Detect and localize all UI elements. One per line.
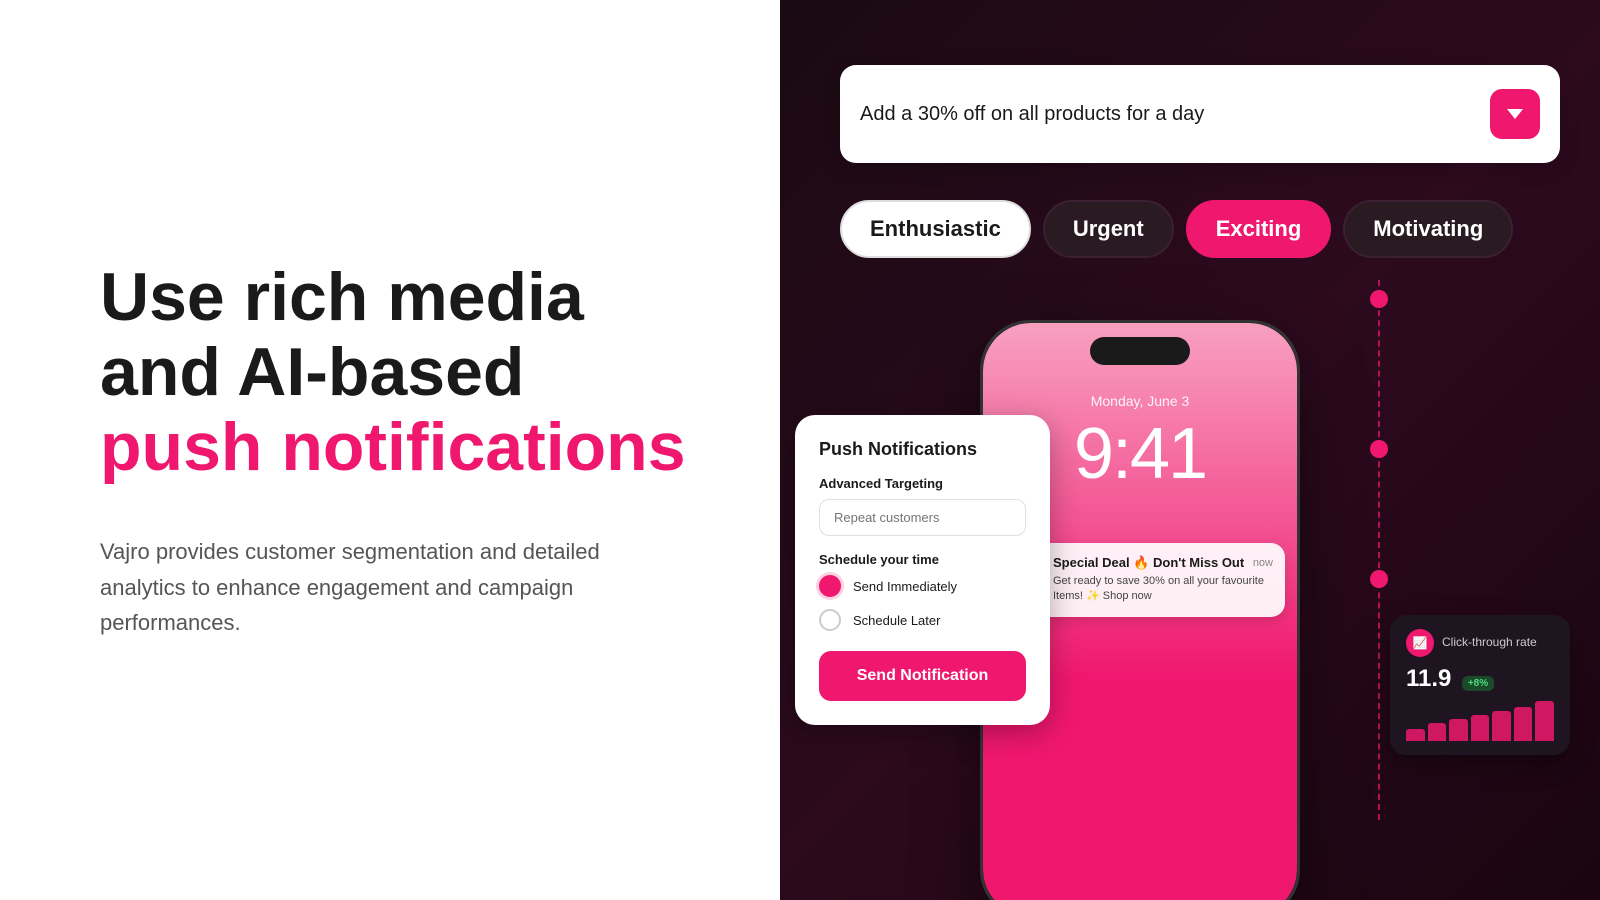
ctr-card: 📈 Click-through rate 11.9 +8% [1390, 615, 1570, 755]
bar-7 [1535, 701, 1554, 741]
chip-exciting[interactable]: Exciting [1186, 200, 1332, 258]
left-panel: Use rich media and AI-based push notific… [0, 0, 780, 900]
dashed-dot-2 [1370, 440, 1388, 458]
targeting-label: Advanced Targeting [819, 476, 1026, 491]
message-text: Add a 30% off on all products for a day [860, 103, 1204, 126]
headline-line1: Use rich media [100, 259, 584, 335]
send-immediately-radio[interactable] [819, 575, 841, 597]
phone-notch [1090, 337, 1190, 365]
chevron-down-icon [1507, 109, 1523, 119]
dashed-line [1378, 280, 1380, 820]
chip-urgent[interactable]: Urgent [1043, 200, 1174, 258]
headline-pink: push notifications [100, 409, 686, 485]
ctr-value: 11.9 [1406, 665, 1451, 692]
ctr-label: Click-through rate [1442, 635, 1537, 651]
message-bar: Add a 30% off on all products for a day [840, 65, 1560, 163]
schedule-later-label: Schedule Later [853, 613, 940, 628]
chip-motivating[interactable]: Motivating [1343, 200, 1513, 258]
bar-2 [1428, 723, 1447, 741]
push-card-title: Push Notifications [819, 439, 1026, 460]
schedule-later-option[interactable]: Schedule Later [819, 609, 1026, 631]
push-card: Push Notifications Advanced Targeting Sc… [795, 415, 1050, 725]
dashed-dot-1 [1370, 290, 1388, 308]
bar-5 [1492, 711, 1511, 741]
schedule-later-radio[interactable] [819, 609, 841, 631]
notification-content: Special Deal 🔥 Don't Miss Out now Get re… [1053, 555, 1273, 605]
bar-1 [1406, 729, 1425, 741]
dashed-dot-3 [1370, 570, 1388, 588]
headline: Use rich media and AI-based push notific… [100, 260, 700, 484]
tone-chips-container: Enthusiastic Urgent Exciting Motivating [840, 200, 1513, 258]
headline-line2: and AI-based [100, 334, 524, 410]
schedule-label: Schedule your time [819, 552, 1026, 567]
targeting-input[interactable] [819, 499, 1026, 536]
bar-6 [1514, 707, 1533, 741]
ctr-icon: 📈 [1406, 629, 1434, 657]
message-dropdown-button[interactable] [1490, 89, 1540, 139]
ctr-header: 📈 Click-through rate [1406, 629, 1554, 657]
ctr-value-row: 11.9 +8% [1406, 665, 1554, 693]
phone-date: Monday, June 3 [983, 393, 1297, 409]
schedule-options: Send Immediately Schedule Later [819, 575, 1026, 631]
ctr-bar-chart [1406, 701, 1554, 741]
chip-enthusiastic[interactable]: Enthusiastic [840, 200, 1031, 258]
notification-title: Special Deal 🔥 Don't Miss Out [1053, 555, 1244, 571]
send-notification-button[interactable]: Send Notification [819, 651, 1026, 701]
notification-body: Get ready to save 30% on all your favour… [1053, 574, 1273, 605]
send-immediately-option[interactable]: Send Immediately [819, 575, 1026, 597]
bar-4 [1471, 715, 1490, 741]
notification-header: Special Deal 🔥 Don't Miss Out now [1053, 555, 1273, 571]
right-panel: Add a 30% off on all products for a day … [780, 0, 1600, 900]
bar-3 [1449, 719, 1468, 741]
notification-time: now [1253, 557, 1273, 569]
send-immediately-label: Send Immediately [853, 579, 957, 594]
ctr-badge: +8% [1462, 676, 1494, 691]
subtext: Vajro provides customer segmentation and… [100, 534, 660, 640]
